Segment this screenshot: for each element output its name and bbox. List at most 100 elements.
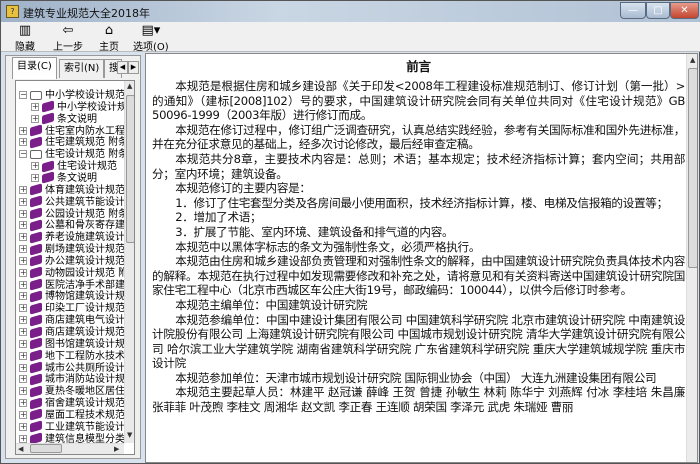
book-icon [30, 337, 42, 350]
expand-icon[interactable]: + [19, 233, 27, 242]
tree-item[interactable]: + 夏热冬暖地区居住 [19, 385, 125, 398]
expand-icon[interactable]: + [19, 363, 27, 372]
expand-icon[interactable]: + [19, 268, 27, 277]
home-button[interactable]: ⌂ 主页 [99, 23, 119, 53]
tree-horizontal-scrollbar[interactable]: ◀ ▶ [16, 443, 124, 454]
navigation-pane: 目录(C) 索引(N) 搜 ◀ ▶ + 建筑信息模型分类 + 工业建筑节能设计 + 屋面工… [5, 55, 141, 459]
expand-icon[interactable]: + [19, 126, 27, 135]
tree-item-label: 印染工厂设计规范 [45, 303, 125, 315]
tree-item[interactable]: + 条文说明 [31, 171, 97, 185]
scroll-down-icon[interactable]: ▼ [127, 431, 132, 439]
hide-button[interactable]: ▥ 隐藏 [15, 23, 35, 53]
tree-item[interactable]: + 商店建筑电气设计 [19, 314, 125, 327]
tree-item[interactable]: + 养老设施建筑设计 [19, 231, 125, 244]
expand-icon[interactable]: + [19, 410, 27, 419]
tree-item-label: 住宅室内防水工程 [45, 125, 125, 137]
tree-item[interactable]: + 城市公共厕所设计 [19, 361, 125, 375]
expand-icon[interactable]: + [19, 280, 27, 289]
tree-item[interactable]: + 屋面工程技术规范 [19, 408, 125, 422]
tree-vertical-scrollbar[interactable]: ▲ ▼ [124, 81, 134, 443]
tree-item[interactable]: + 公园设计规范 附条 [19, 207, 128, 221]
tree-item[interactable]: + 剧场建筑设计规范 [19, 242, 125, 256]
expand-icon[interactable]: + [19, 339, 27, 348]
expand-icon[interactable]: + [19, 197, 27, 206]
tree-item-label: 商店建筑设计规范 [45, 327, 125, 338]
tree-item[interactable]: + 博物馆建筑设计规 [19, 290, 125, 303]
scroll-up-icon[interactable]: ▲ [690, 56, 695, 64]
tree-item-label: 动物园设计规范 附 [45, 267, 129, 279]
tree-hscroll-thumb[interactable] [30, 444, 62, 453]
tree-item[interactable]: + 办公建筑设计规范 [19, 254, 125, 268]
expand-icon[interactable]: + [19, 185, 27, 194]
expand-icon[interactable]: + [31, 173, 39, 182]
tree-item[interactable]: + 公墓和骨灰寄存建 [19, 219, 125, 232]
tab-contents[interactable]: 目录(C) [12, 57, 57, 79]
expand-icon[interactable]: + [31, 114, 39, 123]
scroll-up-icon[interactable]: ▲ [127, 82, 132, 90]
tree-item[interactable]: + 体育建筑设计规范 [19, 183, 125, 197]
expand-icon[interactable]: + [31, 102, 39, 111]
tree-item-label: 公共建筑节能设计 [45, 196, 125, 208]
expand-icon[interactable]: + [19, 399, 27, 408]
expand-icon[interactable]: + [19, 351, 27, 360]
tree-item-label: 宿舍建筑设计规范 [45, 398, 125, 410]
document-vertical-scrollbar[interactable]: ▲ [686, 54, 697, 462]
scroll-right-icon[interactable]: ▶ [114, 445, 119, 453]
document-scroll-thumb[interactable] [688, 68, 697, 268]
expand-icon[interactable]: + [19, 138, 27, 147]
expand-icon[interactable]: + [19, 256, 27, 265]
tree-item[interactable]: + 住宅设计规范 [31, 159, 117, 173]
minimize-button[interactable]: — [620, 2, 646, 19]
tree-item[interactable]: + 工业建筑节能设计 [19, 420, 125, 434]
tree-item[interactable]: + 印染工厂设计规范 [19, 302, 125, 315]
open-book-icon [30, 149, 42, 159]
expand-icon[interactable]: + [19, 292, 27, 301]
title-bar[interactable]: ? 建筑专业规范大全2018年 — □ ✕ [1, 1, 700, 22]
expand-icon[interactable]: + [31, 162, 39, 171]
expand-icon[interactable]: + [19, 375, 27, 384]
tree-item-label: 中小学校设计规范 [45, 90, 125, 101]
expand-icon[interactable]: + [19, 221, 27, 230]
window-title: 建筑专业规范大全2018年 [23, 7, 150, 20]
tree-item-label: 办公建筑设计规范 [45, 255, 125, 267]
expand-icon[interactable]: + [19, 387, 27, 396]
hide-icon: ▥ [18, 23, 32, 38]
tree-item-label: 屋面工程技术规范 [45, 409, 125, 421]
document-paragraph: 2．增加了术语； [175, 210, 262, 225]
tab-index[interactable]: 索引(N) [59, 59, 105, 78]
expand-icon[interactable]: + [19, 434, 27, 443]
tree-item[interactable]: + 住宅室内防水工程 [19, 124, 125, 138]
tree-item[interactable]: + 住宅建筑规范 附条 [19, 136, 128, 149]
tree-item[interactable]: + 医院洁净手术部建 [19, 278, 125, 292]
back-button[interactable]: ⇦ 上一步 [53, 23, 83, 53]
document-paragraph: 3．扩展了节能、室内环境、建筑设备和排气道的内容。 [175, 224, 454, 239]
expand-icon[interactable]: + [19, 209, 27, 218]
collapse-icon[interactable]: − [19, 91, 27, 99]
tree-item[interactable]: + 宿舍建筑设计规范 [19, 396, 125, 410]
options-button[interactable]: ▤▾ 选项(O) [133, 23, 169, 53]
tree-item[interactable]: + 地下工程防水技术 [19, 349, 125, 363]
tree-item[interactable]: + 动物园设计规范 附 [19, 266, 129, 280]
scroll-left-icon[interactable]: ◀ [18, 445, 23, 453]
expand-icon[interactable]: + [19, 304, 27, 313]
tree-item[interactable]: + 公共建筑节能设计 [19, 195, 125, 209]
tab-scroll-left-button[interactable]: ◀ [117, 61, 128, 74]
expand-icon[interactable]: + [19, 316, 27, 325]
maximize-button[interactable]: □ [646, 2, 670, 19]
tree-item[interactable]: + 中小学校设计规 [31, 100, 127, 114]
expand-icon[interactable]: + [19, 328, 27, 336]
open-book-icon [30, 90, 42, 100]
tree-item[interactable]: + 条文说明 [31, 112, 97, 126]
tab-scroll-right-button[interactable]: ▶ [128, 61, 139, 74]
tree-item[interactable]: + 图书馆建筑设计规 [19, 337, 125, 351]
tree-item[interactable]: − 住宅设计规范 附条 [19, 149, 128, 161]
collapse-icon[interactable]: − [19, 150, 27, 159]
tree-scroll-thumb[interactable] [126, 95, 134, 243]
tree-item-label: 城市公共厕所设计 [45, 362, 125, 374]
tree-item[interactable]: + 城市消防站设计规 [19, 373, 125, 386]
close-button[interactable]: ✕ [670, 2, 699, 19]
expand-icon[interactable]: + [19, 245, 27, 254]
expand-icon[interactable]: + [19, 422, 27, 431]
tree-item[interactable]: + 商店建筑设计规范 [19, 325, 125, 339]
tree-item[interactable]: − 中小学校设计规范 [19, 90, 125, 102]
